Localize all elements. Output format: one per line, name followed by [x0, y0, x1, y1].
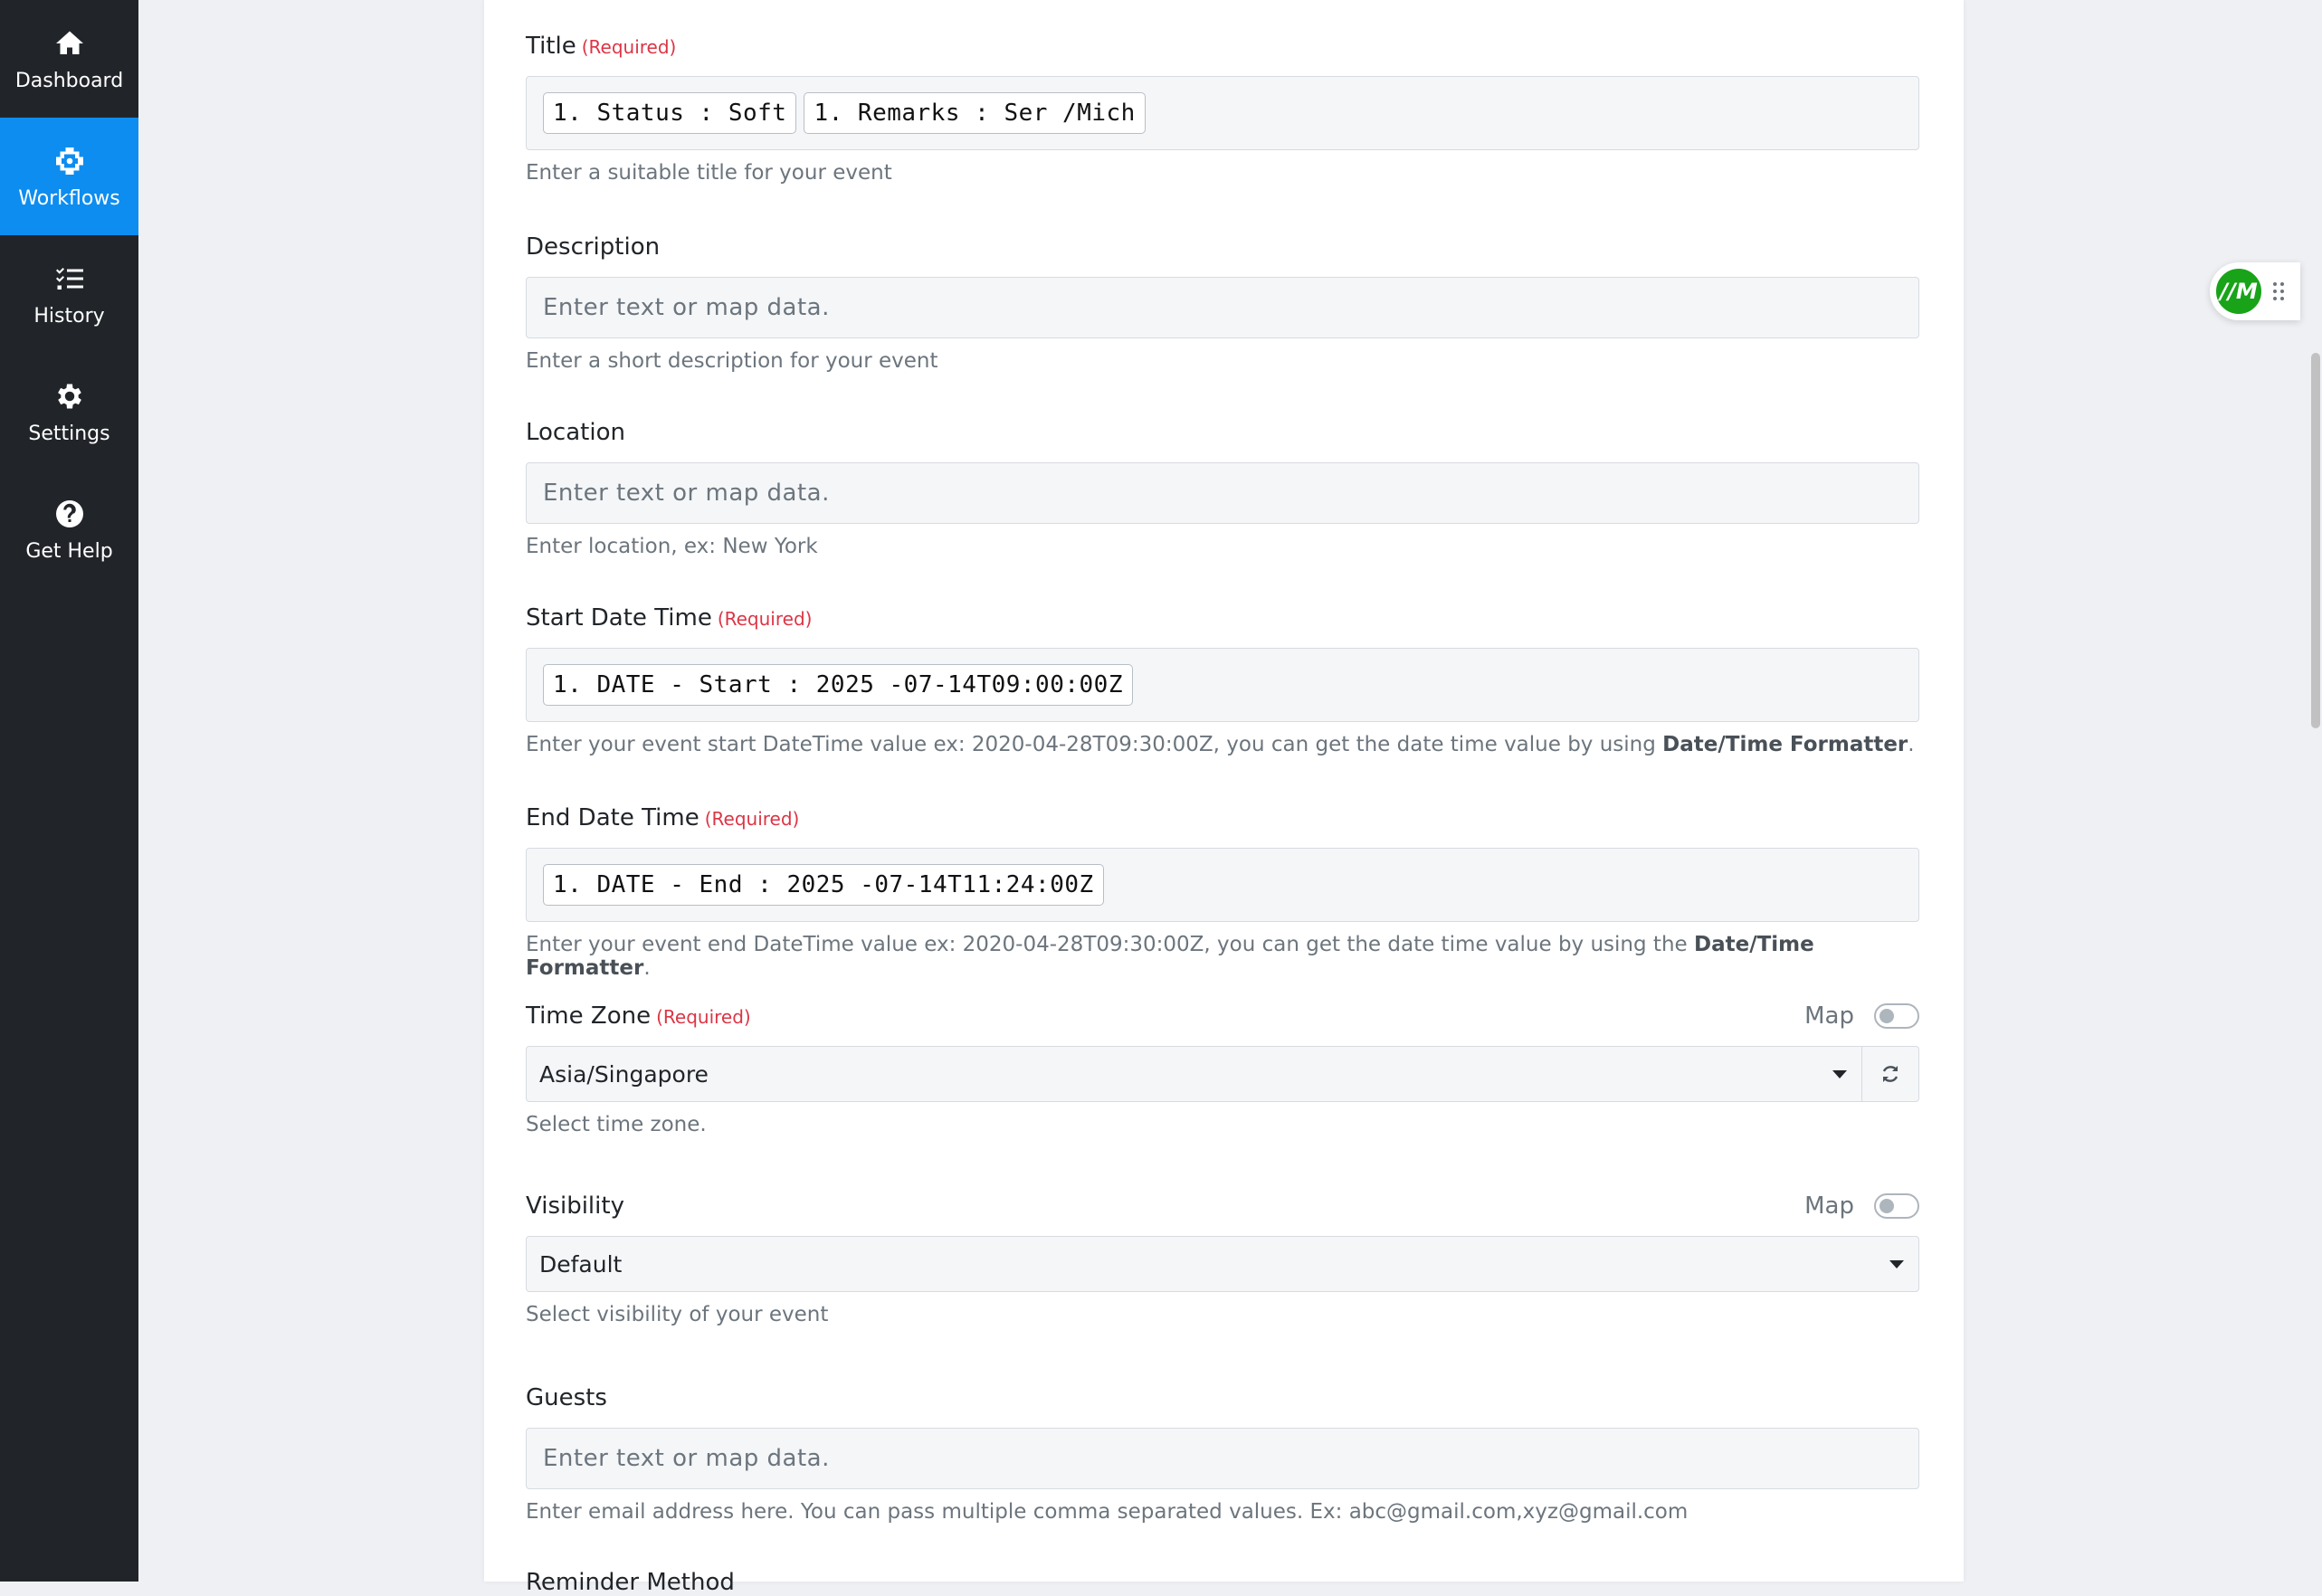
title-help: Enter a suitable title for your event [526, 161, 892, 185]
location-input[interactable]: Enter text or map data. [526, 462, 1919, 524]
guests-label: Guests [526, 1384, 607, 1411]
reminder-method-label: Reminder Method [526, 1569, 735, 1596]
map-toggle[interactable] [1874, 1193, 1919, 1219]
title-field: Title (Required) 1. Status : Soft 1. Rema… [526, 33, 1919, 185]
floating-assistant-widget[interactable]: //M [2210, 262, 2300, 320]
visibility-field: Visibility Map Default Select visibility… [526, 1192, 1919, 1326]
end-date-time-input[interactable]: 1. DATE - End : 2025 -07-14T11:24:00Z [526, 848, 1919, 922]
caret-down-icon [1889, 1259, 1904, 1268]
map-toggle-label: Map [1804, 1192, 1854, 1220]
page-scrollbar[interactable] [2308, 181, 2322, 1582]
time-zone-help: Select time zone. [526, 1113, 707, 1136]
guests-help: Enter email address here. You can pass m… [526, 1500, 1689, 1524]
end-date-time-label: End Date Time (Required) [526, 804, 800, 831]
location-label: Location [526, 419, 625, 446]
home-icon [52, 26, 87, 61]
brand-logo[interactable]: //M [2213, 266, 2264, 317]
guests-field: Guests Enter text or map data. Enter ema… [526, 1384, 1919, 1524]
map-toggle[interactable] [1874, 1003, 1919, 1029]
sidebar-item-label: History [33, 304, 105, 328]
time-zone-field: Time Zone(Required) Map Asia/Singapore [526, 1002, 1919, 1136]
mapped-data-pill[interactable]: 1. Status : Soft [543, 92, 797, 134]
description-input[interactable]: Enter text or map data. [526, 277, 1919, 338]
visibility-help: Select visibility of your event [526, 1303, 829, 1326]
sidebar-item-label: Workflows [18, 186, 120, 210]
required-marker: (Required) [581, 36, 677, 58]
location-help: Enter location, ex: New York [526, 535, 818, 558]
visibility-label: Visibility [526, 1192, 624, 1220]
sidebar-item-label: Get Help [25, 539, 113, 563]
start-date-time-field: Start Date Time (Required) 1. DATE - Star… [526, 604, 1919, 756]
mapped-data-pill[interactable]: 1. DATE - End : 2025 -07-14T11:24:00Z [543, 864, 1104, 906]
guests-input[interactable]: Enter text or map data. [526, 1428, 1919, 1489]
map-toggle-group: Map [1804, 1192, 1919, 1220]
visibility-select[interactable]: Default [526, 1236, 1919, 1292]
description-help: Enter a short description for your event [526, 349, 938, 373]
sidebar-item-history[interactable]: History [0, 235, 138, 353]
end-date-time-help: Enter your event end DateTime value ex: … [526, 933, 1814, 980]
mapped-data-pill[interactable]: 1. Remarks : Ser /Mich [804, 92, 1146, 134]
workflow-icon [52, 144, 87, 178]
list-check-icon [52, 261, 87, 296]
drag-handle-icon[interactable] [2273, 282, 2284, 300]
caret-down-icon [1832, 1069, 1847, 1078]
refresh-button[interactable] [1862, 1046, 1919, 1102]
reminder-method-field: Reminder Method [526, 1569, 1919, 1596]
start-date-time-label: Start Date Time (Required) [526, 604, 813, 632]
required-marker: (Required) [717, 608, 813, 630]
description-field: Description Enter text or map data. Ente… [526, 233, 1919, 373]
description-label: Description [526, 233, 661, 261]
title-input[interactable]: 1. Status : Soft 1. Remarks : Ser /Mich [526, 76, 1919, 150]
sidebar-item-get-help[interactable]: Get Help [0, 470, 138, 588]
sidebar-item-label: Settings [28, 422, 110, 445]
sidebar-item-workflows[interactable]: Workflows [0, 118, 138, 235]
end-date-time-field: End Date Time (Required) 1. DATE - End : … [526, 804, 1919, 980]
map-toggle-group: Map [1804, 1002, 1919, 1030]
title-label: Title (Required) [526, 33, 677, 60]
time-zone-select[interactable]: Asia/Singapore [526, 1046, 1862, 1102]
sidebar: Dashboard Workflows History Settings Get… [0, 0, 138, 1582]
mapped-data-pill[interactable]: 1. DATE - Start : 2025 -07-14T09:00:00Z [543, 664, 1133, 706]
event-form-card: Title (Required) 1. Status : Soft 1. Rema… [484, 0, 1964, 1596]
time-zone-label: Time Zone (Required) [526, 1002, 751, 1030]
location-field: Location Enter text or map data. Enter l… [526, 419, 1919, 558]
start-date-time-help: Enter your event start DateTime value ex… [526, 733, 1915, 756]
sidebar-item-label: Dashboard [14, 69, 124, 92]
date-time-formatter-link[interactable]: Date/Time Formatter [1662, 733, 1908, 756]
visibility-selected: Default [539, 1250, 623, 1278]
required-marker: (Required) [704, 808, 800, 830]
refresh-icon [1882, 1066, 1899, 1082]
sidebar-item-dashboard[interactable]: Dashboard [0, 0, 138, 118]
time-zone-selected: Asia/Singapore [539, 1060, 709, 1088]
map-toggle-label: Map [1804, 1002, 1854, 1030]
start-date-time-input[interactable]: 1. DATE - Start : 2025 -07-14T09:00:00Z [526, 648, 1919, 722]
question-circle-icon [52, 497, 87, 531]
sidebar-item-settings[interactable]: Settings [0, 353, 138, 470]
required-marker: (Required) [656, 1006, 751, 1028]
gear-icon [52, 379, 87, 413]
scrollbar-thumb[interactable] [2311, 353, 2320, 728]
